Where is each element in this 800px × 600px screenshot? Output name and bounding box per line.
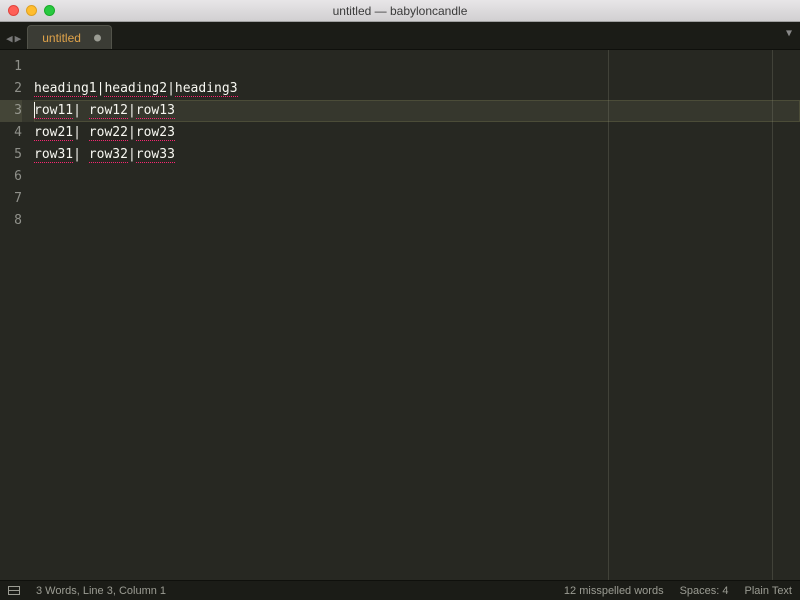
misspelled-word: row32 [89,147,128,163]
misspelled-word: row23 [136,125,175,141]
window-titlebar: untitled — babyloncandle [0,0,800,22]
line-number: 8 [0,210,22,232]
tab-untitled[interactable]: untitled [27,25,112,49]
status-selection[interactable]: 3 Words, Line 3, Column 1 [36,585,166,597]
code-line[interactable]: row11| row12|row13 [34,100,800,122]
misspelled-word: row31 [34,147,73,163]
misspelled-word: heading1 [34,81,97,97]
line-number: 5 [0,144,22,166]
nav-back-icon[interactable]: ◀ [6,32,13,45]
code-token: | [128,147,136,162]
editor-area[interactable]: 12345678 heading1|heading2|heading3row11… [0,50,800,580]
code-line[interactable]: row31| row32|row33 [34,144,800,166]
line-number: 4 [0,122,22,144]
code-token: | [128,125,136,140]
ruler-line [608,50,609,580]
misspelled-word: row33 [136,147,175,163]
code-token: | [73,147,89,162]
line-number: 7 [0,188,22,210]
tab-bar: ◀ ▶ untitled ▼ [0,22,800,50]
line-number: 1 [0,56,22,78]
code-line[interactable]: row21| row22|row23 [34,122,800,144]
code-line[interactable]: heading1|heading2|heading3 [34,78,800,100]
nav-arrows: ◀ ▶ [0,32,27,49]
code-line[interactable] [34,166,800,188]
line-number: 6 [0,166,22,188]
status-spellcheck[interactable]: 12 misspelled words [564,585,664,597]
misspelled-word: row13 [136,103,175,119]
text-cursor [34,102,35,118]
code-line[interactable] [34,188,800,210]
misspelled-word: heading2 [104,81,167,97]
misspelled-word: row12 [89,103,128,119]
dirty-indicator-icon [94,34,101,41]
misspelled-word: row22 [89,125,128,141]
status-syntax[interactable]: Plain Text [745,585,793,597]
code-token: | [73,103,89,118]
code-line[interactable] [34,210,800,232]
tab-overflow-icon[interactable]: ▼ [786,28,792,39]
code-content[interactable]: heading1|heading2|heading3row11| row12|r… [30,50,800,580]
status-bar: 3 Words, Line 3, Column 1 12 misspelled … [0,580,800,600]
code-token: | [128,103,136,118]
code-line[interactable] [34,56,800,78]
misspelled-word: row11 [34,103,73,119]
code-token: | [73,125,89,140]
misspelled-word: heading3 [175,81,238,97]
code-token: | [167,81,175,96]
line-number-gutter: 12345678 [0,50,30,580]
status-indent[interactable]: Spaces: 4 [680,585,729,597]
window-title: untitled — babyloncandle [0,4,800,18]
nav-forward-icon[interactable]: ▶ [15,32,22,45]
panel-switch-icon[interactable] [8,586,20,595]
tab-label: untitled [42,31,81,45]
ruler-line [772,50,773,580]
line-number: 2 [0,78,22,100]
misspelled-word: row21 [34,125,73,141]
